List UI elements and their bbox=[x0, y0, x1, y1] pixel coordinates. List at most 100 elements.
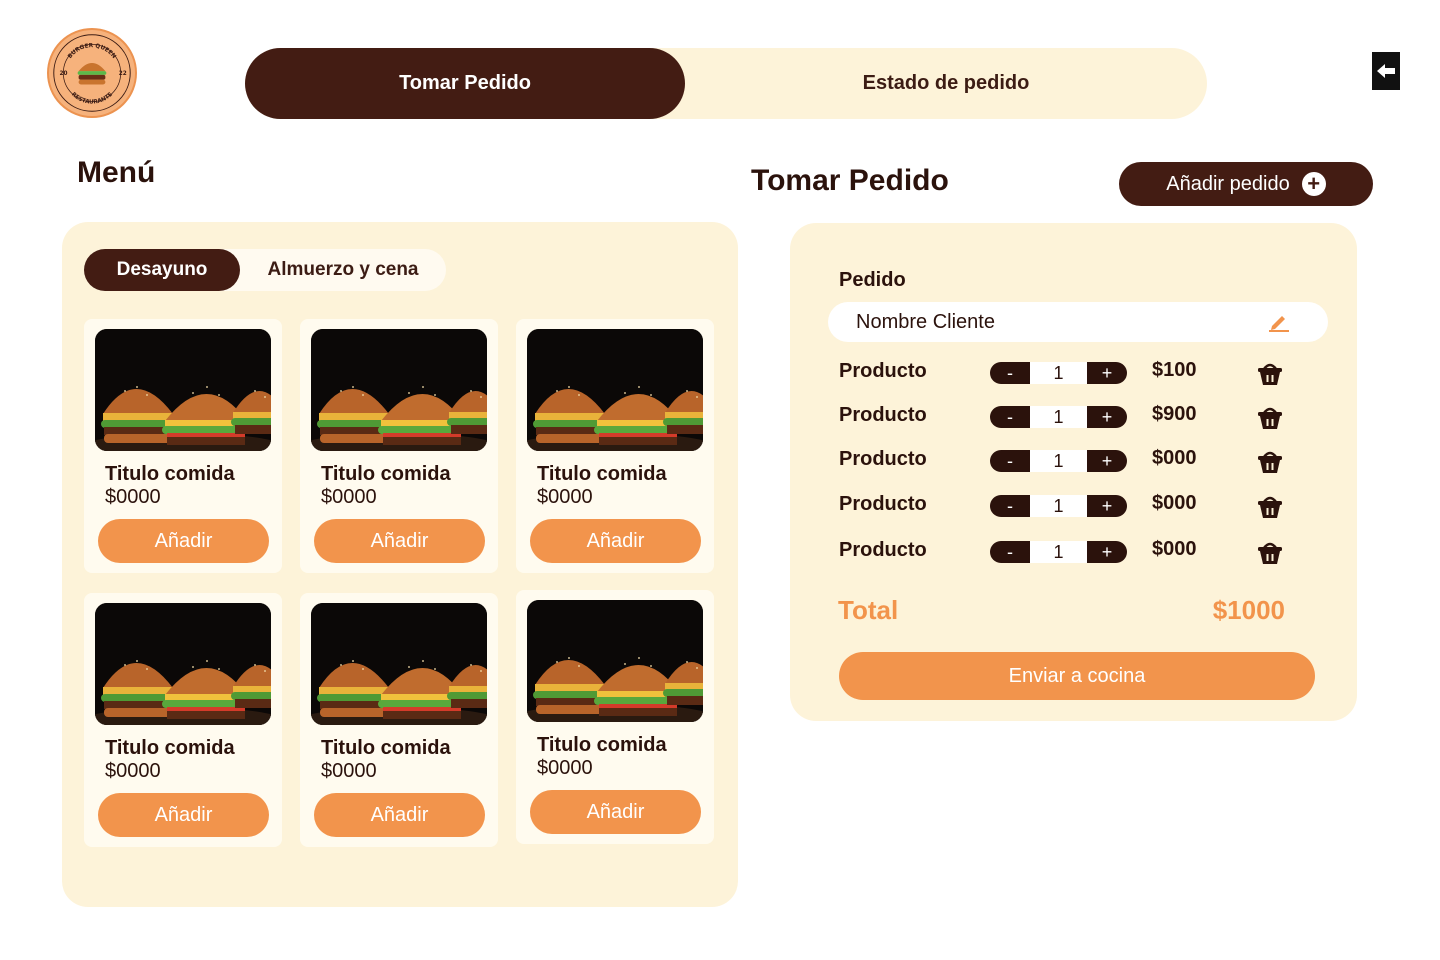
decrease-quantity-button[interactable]: - bbox=[990, 495, 1030, 517]
add-item-button[interactable]: Añadir bbox=[530, 519, 701, 563]
logo-year-left: 20 bbox=[60, 71, 68, 77]
order-line: Producto - 1 + $900 bbox=[839, 402, 1299, 432]
decrease-quantity-button[interactable]: - bbox=[990, 406, 1030, 428]
add-item-button[interactable]: Añadir bbox=[98, 793, 269, 837]
burger-photo bbox=[311, 603, 487, 725]
quantity-value[interactable]: 1 bbox=[1030, 495, 1087, 517]
increase-quantity-button[interactable]: + bbox=[1087, 406, 1127, 428]
burger-photo bbox=[95, 329, 271, 451]
trash-basket-icon[interactable] bbox=[1256, 448, 1284, 474]
menu-item-price: $0000 bbox=[537, 486, 593, 508]
menu-panel: Desayuno Almuerzo y cena Titulo comida $… bbox=[62, 222, 738, 907]
logout-button[interactable] bbox=[1372, 52, 1400, 90]
menu-item-card: Titulo comida $0000 Añadir bbox=[84, 593, 282, 847]
increase-quantity-button[interactable]: + bbox=[1087, 450, 1127, 472]
total-label: Total bbox=[838, 595, 899, 625]
order-line-price: $900 bbox=[1152, 403, 1197, 425]
order-line-product: Producto bbox=[839, 360, 927, 382]
tab-desayuno[interactable]: Desayuno bbox=[84, 249, 240, 291]
quantity-stepper: - 1 + bbox=[990, 406, 1127, 428]
order-line-price: $000 bbox=[1152, 538, 1197, 560]
trash-basket-icon[interactable] bbox=[1256, 360, 1284, 386]
menu-item-price: $0000 bbox=[537, 757, 593, 779]
menu-item-title: Titulo comida bbox=[105, 737, 235, 759]
order-line-product: Producto bbox=[839, 539, 927, 561]
menu-item-title: Titulo comida bbox=[537, 734, 667, 756]
quantity-value[interactable]: 1 bbox=[1030, 362, 1087, 384]
add-item-button[interactable]: Añadir bbox=[314, 519, 485, 563]
menu-item-card: Titulo comida $0000 Añadir bbox=[516, 319, 714, 573]
add-order-label: Añadir pedido bbox=[1166, 172, 1290, 195]
order-line: Producto - 1 + $100 bbox=[839, 358, 1299, 388]
quantity-value[interactable]: 1 bbox=[1030, 541, 1087, 563]
order-line: Producto - 1 + $000 bbox=[839, 491, 1299, 521]
order-line: Producto - 1 + $000 bbox=[839, 446, 1299, 476]
burger-logo-icon: BURGER QUEEN RESTAURANTE 20 22 bbox=[53, 34, 131, 112]
category-tabs: Desayuno Almuerzo y cena bbox=[84, 249, 446, 291]
client-name-input[interactable]: Nombre Cliente bbox=[828, 302, 1328, 342]
trash-basket-icon[interactable] bbox=[1256, 493, 1284, 519]
order-line-product: Producto bbox=[839, 493, 927, 515]
increase-quantity-button[interactable]: + bbox=[1087, 362, 1127, 384]
menu-title: Menú bbox=[77, 156, 156, 189]
menu-item-card: Titulo comida $0000 Añadir bbox=[300, 593, 498, 847]
add-order-button[interactable]: Añadir pedido + bbox=[1119, 162, 1373, 206]
svg-text:BURGER QUEEN: BURGER QUEEN bbox=[67, 43, 117, 60]
order-line: Producto - 1 + $000 bbox=[839, 537, 1299, 567]
pedido-label: Pedido bbox=[839, 269, 906, 291]
quantity-stepper: - 1 + bbox=[990, 450, 1127, 472]
logout-icon bbox=[1377, 64, 1395, 78]
tab-tomar-pedido[interactable]: Tomar Pedido bbox=[245, 48, 685, 119]
menu-item-card: Titulo comida $0000 Añadir bbox=[84, 319, 282, 573]
quantity-value[interactable]: 1 bbox=[1030, 406, 1087, 428]
tab-almuerzo-y-cena[interactable]: Almuerzo y cena bbox=[240, 249, 446, 291]
decrease-quantity-button[interactable]: - bbox=[990, 541, 1030, 563]
plus-circle-icon: + bbox=[1301, 172, 1326, 196]
menu-item-price: $0000 bbox=[105, 486, 161, 508]
burger-photo bbox=[527, 600, 703, 722]
logo-year-right: 22 bbox=[119, 71, 127, 77]
order-line-price: $000 bbox=[1152, 447, 1197, 469]
burger-photo bbox=[311, 329, 487, 451]
order-line-product: Producto bbox=[839, 448, 927, 470]
menu-item-card: Titulo comida $0000 Añadir bbox=[300, 319, 498, 573]
decrease-quantity-button[interactable]: - bbox=[990, 362, 1030, 384]
svg-text:RESTAURANTE: RESTAURANTE bbox=[70, 92, 114, 106]
logo-subtitle: RESTAURANTE bbox=[70, 92, 114, 106]
order-line-product: Producto bbox=[839, 404, 927, 426]
menu-item-title: Titulo comida bbox=[321, 737, 451, 759]
menu-item-title: Titulo comida bbox=[105, 463, 235, 485]
order-panel: Pedido Nombre Cliente Producto - 1 + $10… bbox=[790, 223, 1357, 721]
order-line-price: $100 bbox=[1152, 359, 1197, 381]
quantity-stepper: - 1 + bbox=[990, 362, 1127, 384]
increase-quantity-button[interactable]: + bbox=[1087, 495, 1127, 517]
quantity-value[interactable]: 1 bbox=[1030, 450, 1087, 472]
client-name-placeholder: Nombre Cliente bbox=[856, 310, 995, 333]
decrease-quantity-button[interactable]: - bbox=[990, 450, 1030, 472]
pencil-icon[interactable] bbox=[1268, 312, 1290, 332]
quantity-stepper: - 1 + bbox=[990, 541, 1127, 563]
add-item-button[interactable]: Añadir bbox=[314, 793, 485, 837]
logo-name: BURGER QUEEN bbox=[67, 43, 117, 60]
trash-basket-icon[interactable] bbox=[1256, 404, 1284, 430]
menu-item-title: Titulo comida bbox=[537, 463, 667, 485]
trash-basket-icon[interactable] bbox=[1256, 539, 1284, 565]
add-item-button[interactable]: Añadir bbox=[98, 519, 269, 563]
burger-photo bbox=[527, 329, 703, 451]
menu-item-price: $0000 bbox=[105, 760, 161, 782]
quantity-stepper: - 1 + bbox=[990, 495, 1127, 517]
tab-estado-de-pedido[interactable]: Estado de pedido bbox=[685, 48, 1207, 119]
total-value: $1000 bbox=[1212, 595, 1285, 625]
menu-item-title: Titulo comida bbox=[321, 463, 451, 485]
increase-quantity-button[interactable]: + bbox=[1087, 541, 1127, 563]
burger-photo bbox=[95, 603, 271, 725]
menu-item-price: $0000 bbox=[321, 486, 377, 508]
menu-item-price: $0000 bbox=[321, 760, 377, 782]
order-line-price: $000 bbox=[1152, 492, 1197, 514]
add-item-button[interactable]: Añadir bbox=[530, 790, 701, 834]
send-to-kitchen-button[interactable]: Enviar a cocina bbox=[839, 652, 1315, 700]
top-navigation: Tomar Pedido Estado de pedido bbox=[245, 48, 1207, 119]
restaurant-logo: BURGER QUEEN RESTAURANTE 20 22 bbox=[47, 28, 137, 118]
menu-item-card: Titulo comida $0000 Añadir bbox=[516, 590, 714, 844]
order-title: Tomar Pedido bbox=[751, 164, 949, 197]
